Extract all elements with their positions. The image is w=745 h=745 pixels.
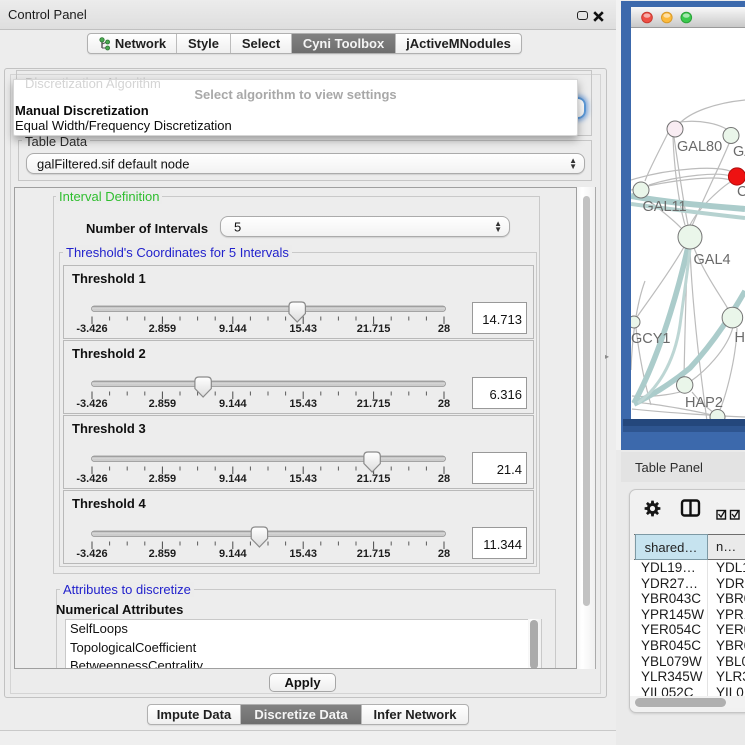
svg-text:GAL11: GAL11 (643, 199, 687, 215)
svg-text:GAL: GAL (733, 144, 745, 160)
svg-text:HIS: HIS (735, 330, 745, 346)
svg-text:CA: CA (737, 184, 745, 200)
svg-text:GAL4: GAL4 (694, 252, 731, 268)
svg-text:GAL80: GAL80 (677, 139, 722, 155)
svg-text:HAP2: HAP2 (685, 395, 723, 411)
svg-text:GCY1: GCY1 (631, 331, 671, 347)
